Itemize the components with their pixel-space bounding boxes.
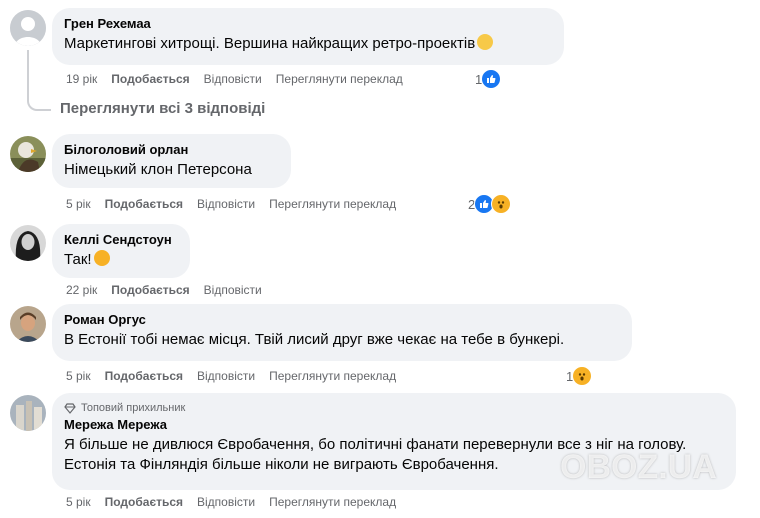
avatar[interactable]	[10, 136, 46, 172]
reaction-summary[interactable]: 1	[475, 69, 502, 89]
reaction-summary[interactable]: 2	[468, 194, 512, 214]
comment-text: Маркетингові хитрощі. Вершина найкращих …	[64, 34, 552, 54]
wow-icon	[491, 194, 512, 214]
avatar[interactable]	[10, 225, 46, 261]
comment-author[interactable]: Грен Рехемаа	[64, 16, 552, 32]
comment-bubble: Грен Рехемаа Маркетингові хитрощі. Верши…	[52, 8, 564, 65]
watermark-text: OBOZ.UA	[560, 448, 717, 486]
eagle-photo-icon	[10, 136, 46, 172]
comment-actions: 5 рік Подобається Відповісти Переглянути пе…	[66, 196, 410, 212]
translate-link[interactable]: Переглянути переклад	[269, 369, 396, 383]
comment-text: Німецький клон Петерсона	[64, 161, 252, 178]
reply-button[interactable]: Відповісти	[204, 283, 262, 297]
like-button[interactable]: Подобається	[111, 283, 189, 297]
reply-button[interactable]: Відповісти	[197, 197, 255, 211]
view-replies-link[interactable]: Переглянути всі 3 відповіді	[60, 100, 265, 117]
comment-bubble: Роман Оргус В Естонії тобі немає місця. …	[52, 304, 632, 361]
translate-link[interactable]: Переглянути переклад	[276, 72, 403, 86]
comment-author[interactable]: Мережа Мережа	[64, 417, 724, 433]
avatar[interactable]	[10, 395, 46, 431]
portrait-photo-icon	[10, 225, 46, 261]
comment-actions: 5 рік Подобається Відповісти Переглянути пе…	[66, 494, 410, 510]
comment-bubble: Білоголовий орлан Німецький клон Петерсо…	[52, 134, 291, 188]
comment-time[interactable]: 22 рік	[66, 283, 97, 297]
reply-button[interactable]: Відповісти	[197, 495, 255, 509]
badge-label: Топовий прихильник	[81, 402, 186, 414]
wow-icon	[572, 366, 593, 386]
translate-link[interactable]: Переглянути переклад	[269, 495, 396, 509]
reply-button[interactable]: Відповісти	[197, 369, 255, 383]
comment-text: В Естонії тобі немає місця. Твій лисий д…	[64, 331, 565, 348]
reaction-summary[interactable]: 1	[566, 366, 593, 386]
avatar[interactable]	[10, 306, 46, 342]
smiling-hearts-emoji-icon	[93, 250, 110, 266]
top-fan-badge: Топовий прихильник	[64, 401, 724, 415]
comment-time[interactable]: 5 рік	[66, 197, 91, 211]
like-button[interactable]: Подобається	[105, 197, 183, 211]
like-button[interactable]: Подобається	[111, 72, 189, 86]
like-button[interactable]: Подобається	[105, 369, 183, 383]
comment-time[interactable]: 5 рік	[66, 495, 91, 509]
man-photo-icon	[10, 306, 46, 342]
like-icon	[481, 69, 502, 89]
reply-thread-line	[27, 50, 51, 111]
site-watermark: OBOZ.UA	[560, 448, 717, 487]
translate-link[interactable]: Переглянути переклад	[269, 197, 396, 211]
reply-button[interactable]: Відповісти	[204, 72, 262, 86]
comment-author[interactable]: Білоголовий орлан	[64, 142, 279, 158]
comment-text: Так!	[64, 250, 178, 270]
comment-actions: 5 рік Подобається Відповісти Переглянути пе…	[66, 368, 410, 384]
comment-time[interactable]: 19 рік	[66, 72, 97, 86]
comment-time[interactable]: 5 рік	[66, 369, 91, 383]
like-button[interactable]: Подобається	[105, 495, 183, 509]
user-silhouette-icon	[10, 10, 46, 46]
comment-bubble: Келлі Сендстоун Так!	[52, 224, 190, 278]
comment-actions: 22 рік Подобається Відповісти	[66, 282, 276, 298]
avatar-default[interactable]	[10, 10, 46, 46]
diamond-icon	[64, 403, 76, 414]
comment-author[interactable]: Роман Оргус	[64, 312, 620, 328]
comment-author[interactable]: Келлі Сендстоун	[64, 232, 178, 248]
grinning-sweat-emoji-icon	[477, 34, 494, 50]
building-photo-icon	[10, 395, 46, 431]
comment-actions: 19 рік Подобається Відповісти Переглянути п…	[66, 71, 417, 87]
